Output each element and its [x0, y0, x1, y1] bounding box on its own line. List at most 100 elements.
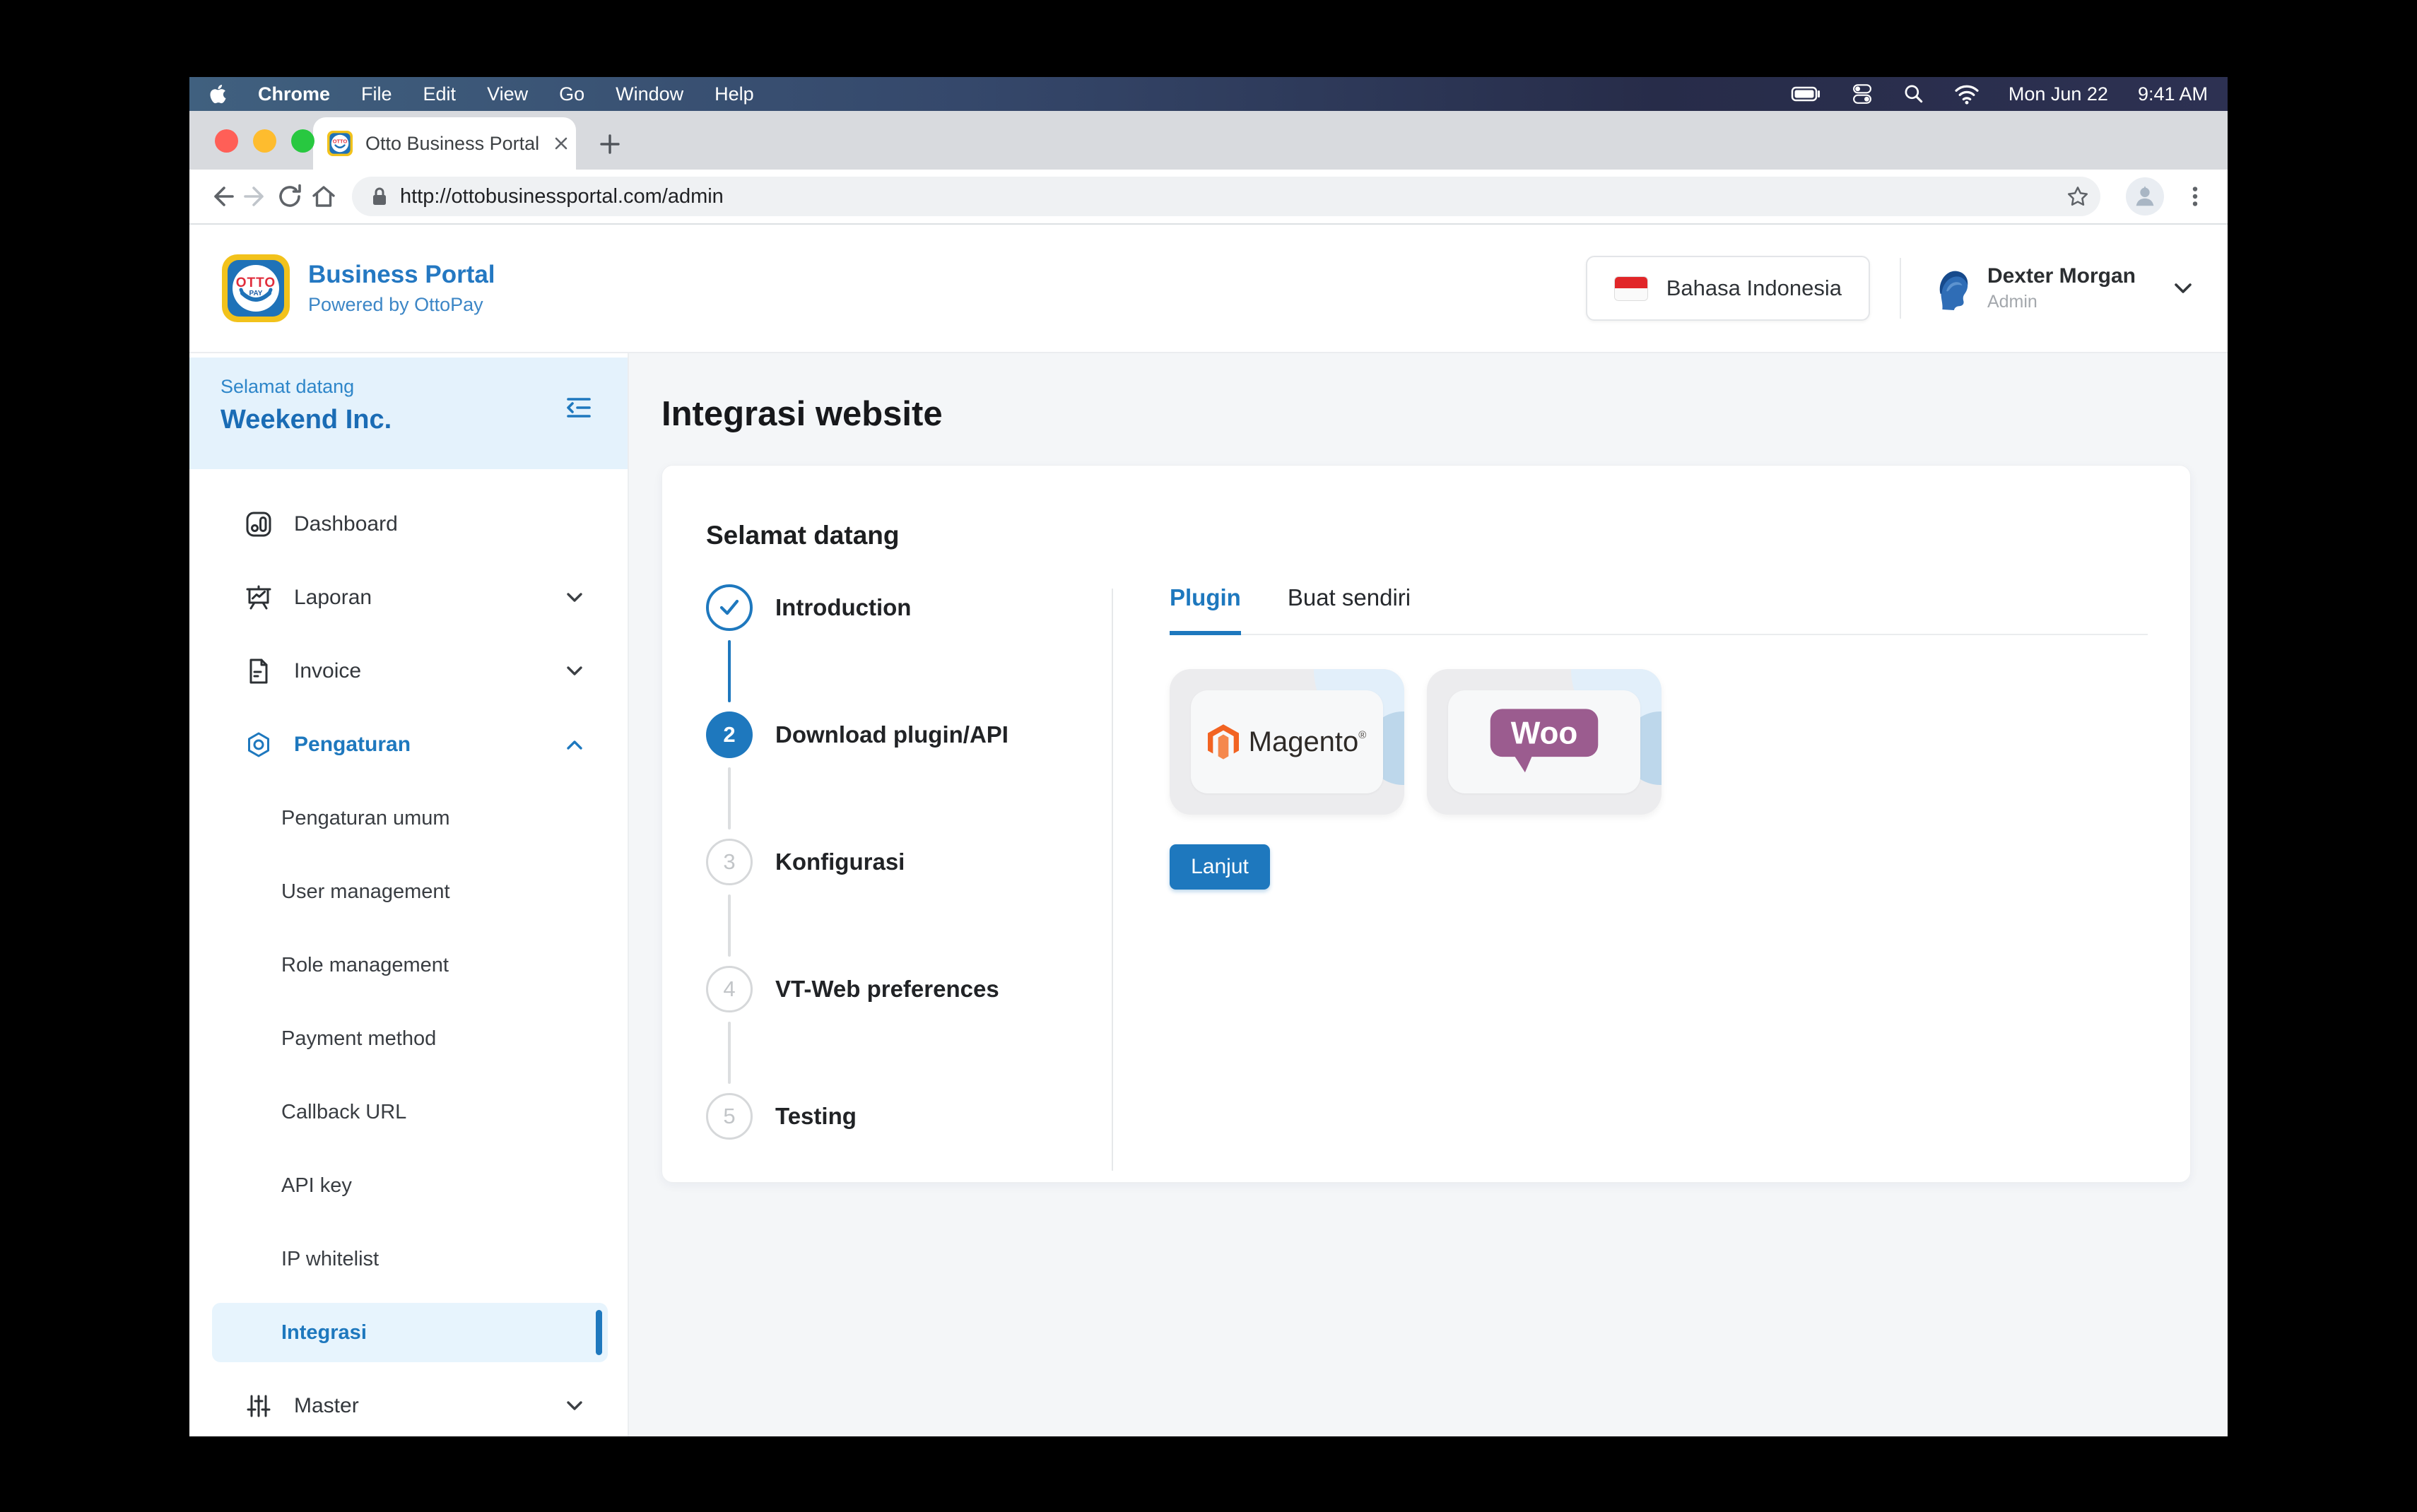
sidebar-item-master[interactable]: Master — [189, 1369, 628, 1436]
subitem-label: Integrasi — [281, 1321, 367, 1345]
subitem-label: IP whitelist — [281, 1248, 379, 1271]
step-circle-current: 2 — [706, 711, 753, 758]
step-circle-pending: 3 — [706, 839, 753, 885]
wizard-card: Selamat datang Introduction 2 — [661, 465, 2191, 1183]
invoice-icon — [245, 657, 274, 685]
magento-wordmark: Magento® — [1249, 726, 1367, 758]
settings-icon — [245, 731, 274, 759]
user-menu[interactable]: Dexter Morgan Admin — [1931, 264, 2195, 312]
tab-favicon: OTTO — [327, 131, 353, 156]
sidebar-item-label: Invoice — [294, 659, 361, 683]
tabs: Plugin Buat sendiri — [1170, 584, 2148, 635]
plugin-card-magento[interactable]: Magento® — [1170, 669, 1404, 815]
sidebar-subitem-role-management[interactable]: Role management — [189, 928, 628, 1002]
sidebar-item-dashboard[interactable]: Dashboard — [189, 488, 628, 561]
brand: OTTO PAY Business Portal Powered by Otto… — [222, 254, 495, 322]
sidebar-subitem-pengaturan-umum[interactable]: Pengaturan umum — [189, 781, 628, 855]
sidebar-subitem-api-key[interactable]: API key — [189, 1149, 628, 1222]
chevron-down-icon — [564, 1398, 585, 1414]
menu-window[interactable]: Window — [616, 83, 683, 105]
menubar-date[interactable]: Mon Jun 22 — [2009, 83, 2108, 105]
step-testing[interactable]: 5 Testing — [706, 1093, 1112, 1140]
step-circle-pending: 5 — [706, 1093, 753, 1140]
user-chevron-down-icon[interactable] — [2171, 280, 2195, 297]
apple-icon[interactable] — [209, 83, 227, 105]
page-title: Integrasi website — [661, 394, 2191, 434]
home-icon[interactable] — [307, 179, 341, 213]
step-circle-pending: 4 — [706, 966, 753, 1012]
sidebar-subitem-payment-method[interactable]: Payment method — [189, 1002, 628, 1075]
subitem-label: Role management — [281, 954, 449, 977]
main-content: Integrasi website Selamat datang Introdu… — [629, 353, 2228, 1436]
plugin-panel: Plugin Buat sendiri — [1113, 584, 2148, 1171]
subitem-label: Payment method — [281, 1027, 436, 1051]
sidebar-item-laporan[interactable]: Laporan — [189, 561, 628, 634]
step-connector — [728, 894, 731, 957]
tab-plugin[interactable]: Plugin — [1170, 584, 1241, 635]
step-download-plugin[interactable]: 2 Download plugin/API — [706, 711, 1112, 758]
sidebar-item-label: Laporan — [294, 586, 372, 610]
step-vtweb-preferences[interactable]: 4 VT-Web preferences — [706, 966, 1112, 1012]
browser-tab[interactable]: OTTO Otto Business Portal — [313, 117, 576, 170]
battery-icon[interactable] — [1791, 83, 1822, 105]
window-close-button[interactable] — [215, 129, 238, 153]
control-center-icon[interactable] — [1850, 82, 1874, 106]
menubar-app-name[interactable]: Chrome — [258, 83, 330, 105]
sidebar-subitem-ip-whitelist[interactable]: IP whitelist — [189, 1222, 628, 1296]
back-icon[interactable] — [205, 179, 239, 213]
subitem-label: Pengaturan umum — [281, 807, 450, 830]
chevron-down-icon — [564, 663, 585, 679]
tab-buat-sendiri[interactable]: Buat sendiri — [1288, 584, 1411, 634]
wifi-icon[interactable] — [1953, 83, 1980, 105]
forward-icon[interactable] — [239, 179, 273, 213]
step-circle-done — [706, 584, 753, 631]
menu-edit[interactable]: Edit — [423, 83, 457, 105]
browser-tabstrip: OTTO Otto Business Portal — [189, 111, 2228, 170]
continue-button[interactable]: Lanjut — [1170, 844, 1270, 890]
window-minimize-button[interactable] — [253, 129, 276, 153]
sidebar-collapse-icon[interactable] — [563, 391, 595, 424]
reload-icon[interactable] — [273, 179, 307, 213]
menu-help[interactable]: Help — [714, 83, 754, 105]
bookmark-star-icon[interactable] — [2065, 184, 2090, 209]
sidebar-subitem-user-management[interactable]: User management — [189, 855, 628, 928]
language-selector[interactable]: Bahasa Indonesia — [1586, 256, 1870, 321]
step-label: Testing — [775, 1103, 857, 1130]
sidebar-item-pengaturan[interactable]: Pengaturan — [189, 708, 628, 781]
plugin-card-woocommerce[interactable]: Woo — [1427, 669, 1662, 815]
woocommerce-logo-icon: Woo — [1485, 707, 1604, 777]
step-label: Download plugin/API — [775, 721, 1008, 748]
screen: Chrome File Edit View Go Window Help Mon… — [189, 77, 2228, 1436]
svg-text:Woo: Woo — [1511, 716, 1578, 751]
sidebar-item-label: Dashboard — [294, 512, 398, 536]
menu-file[interactable]: File — [361, 83, 392, 105]
tab-close-icon[interactable] — [552, 134, 570, 153]
user-name: Dexter Morgan — [1987, 264, 2136, 288]
url-text[interactable]: http://ottobusinessportal.com/admin — [400, 185, 2065, 208]
report-icon — [245, 584, 274, 612]
new-tab-button[interactable] — [596, 130, 624, 158]
sidebar-nav: Dashboard Laporan Invoice — [189, 469, 628, 1436]
sidebar-item-invoice[interactable]: Invoice — [189, 634, 628, 708]
sidebar-item-label: Pengaturan — [294, 733, 411, 757]
user-role: Admin — [1987, 292, 2136, 312]
macos-menubar: Chrome File Edit View Go Window Help Mon… — [189, 77, 2228, 111]
menu-go[interactable]: Go — [559, 83, 584, 105]
ottopay-logo: OTTO PAY — [222, 254, 290, 322]
browser-profile-icon[interactable] — [2126, 177, 2164, 215]
language-label: Bahasa Indonesia — [1666, 276, 1842, 301]
browser-menu-icon[interactable] — [2178, 179, 2212, 213]
menu-view[interactable]: View — [487, 83, 528, 105]
step-label: Introduction — [775, 594, 911, 621]
menubar-time[interactable]: 9:41 AM — [2138, 83, 2208, 105]
step-introduction[interactable]: Introduction — [706, 584, 1112, 631]
sidebar-subitem-integrasi[interactable]: Integrasi — [189, 1296, 628, 1369]
sidebar-subitem-callback-url[interactable]: Callback URL — [189, 1075, 628, 1149]
step-konfigurasi[interactable]: 3 Konfigurasi — [706, 839, 1112, 885]
window-zoom-button[interactable] — [291, 129, 314, 153]
address-bar[interactable]: http://ottobusinessportal.com/admin — [352, 177, 2100, 216]
svg-text:PAY: PAY — [249, 290, 263, 297]
lock-icon[interactable] — [370, 186, 389, 207]
user-avatar — [1931, 266, 1970, 310]
spotlight-search-icon[interactable] — [1903, 83, 1925, 105]
